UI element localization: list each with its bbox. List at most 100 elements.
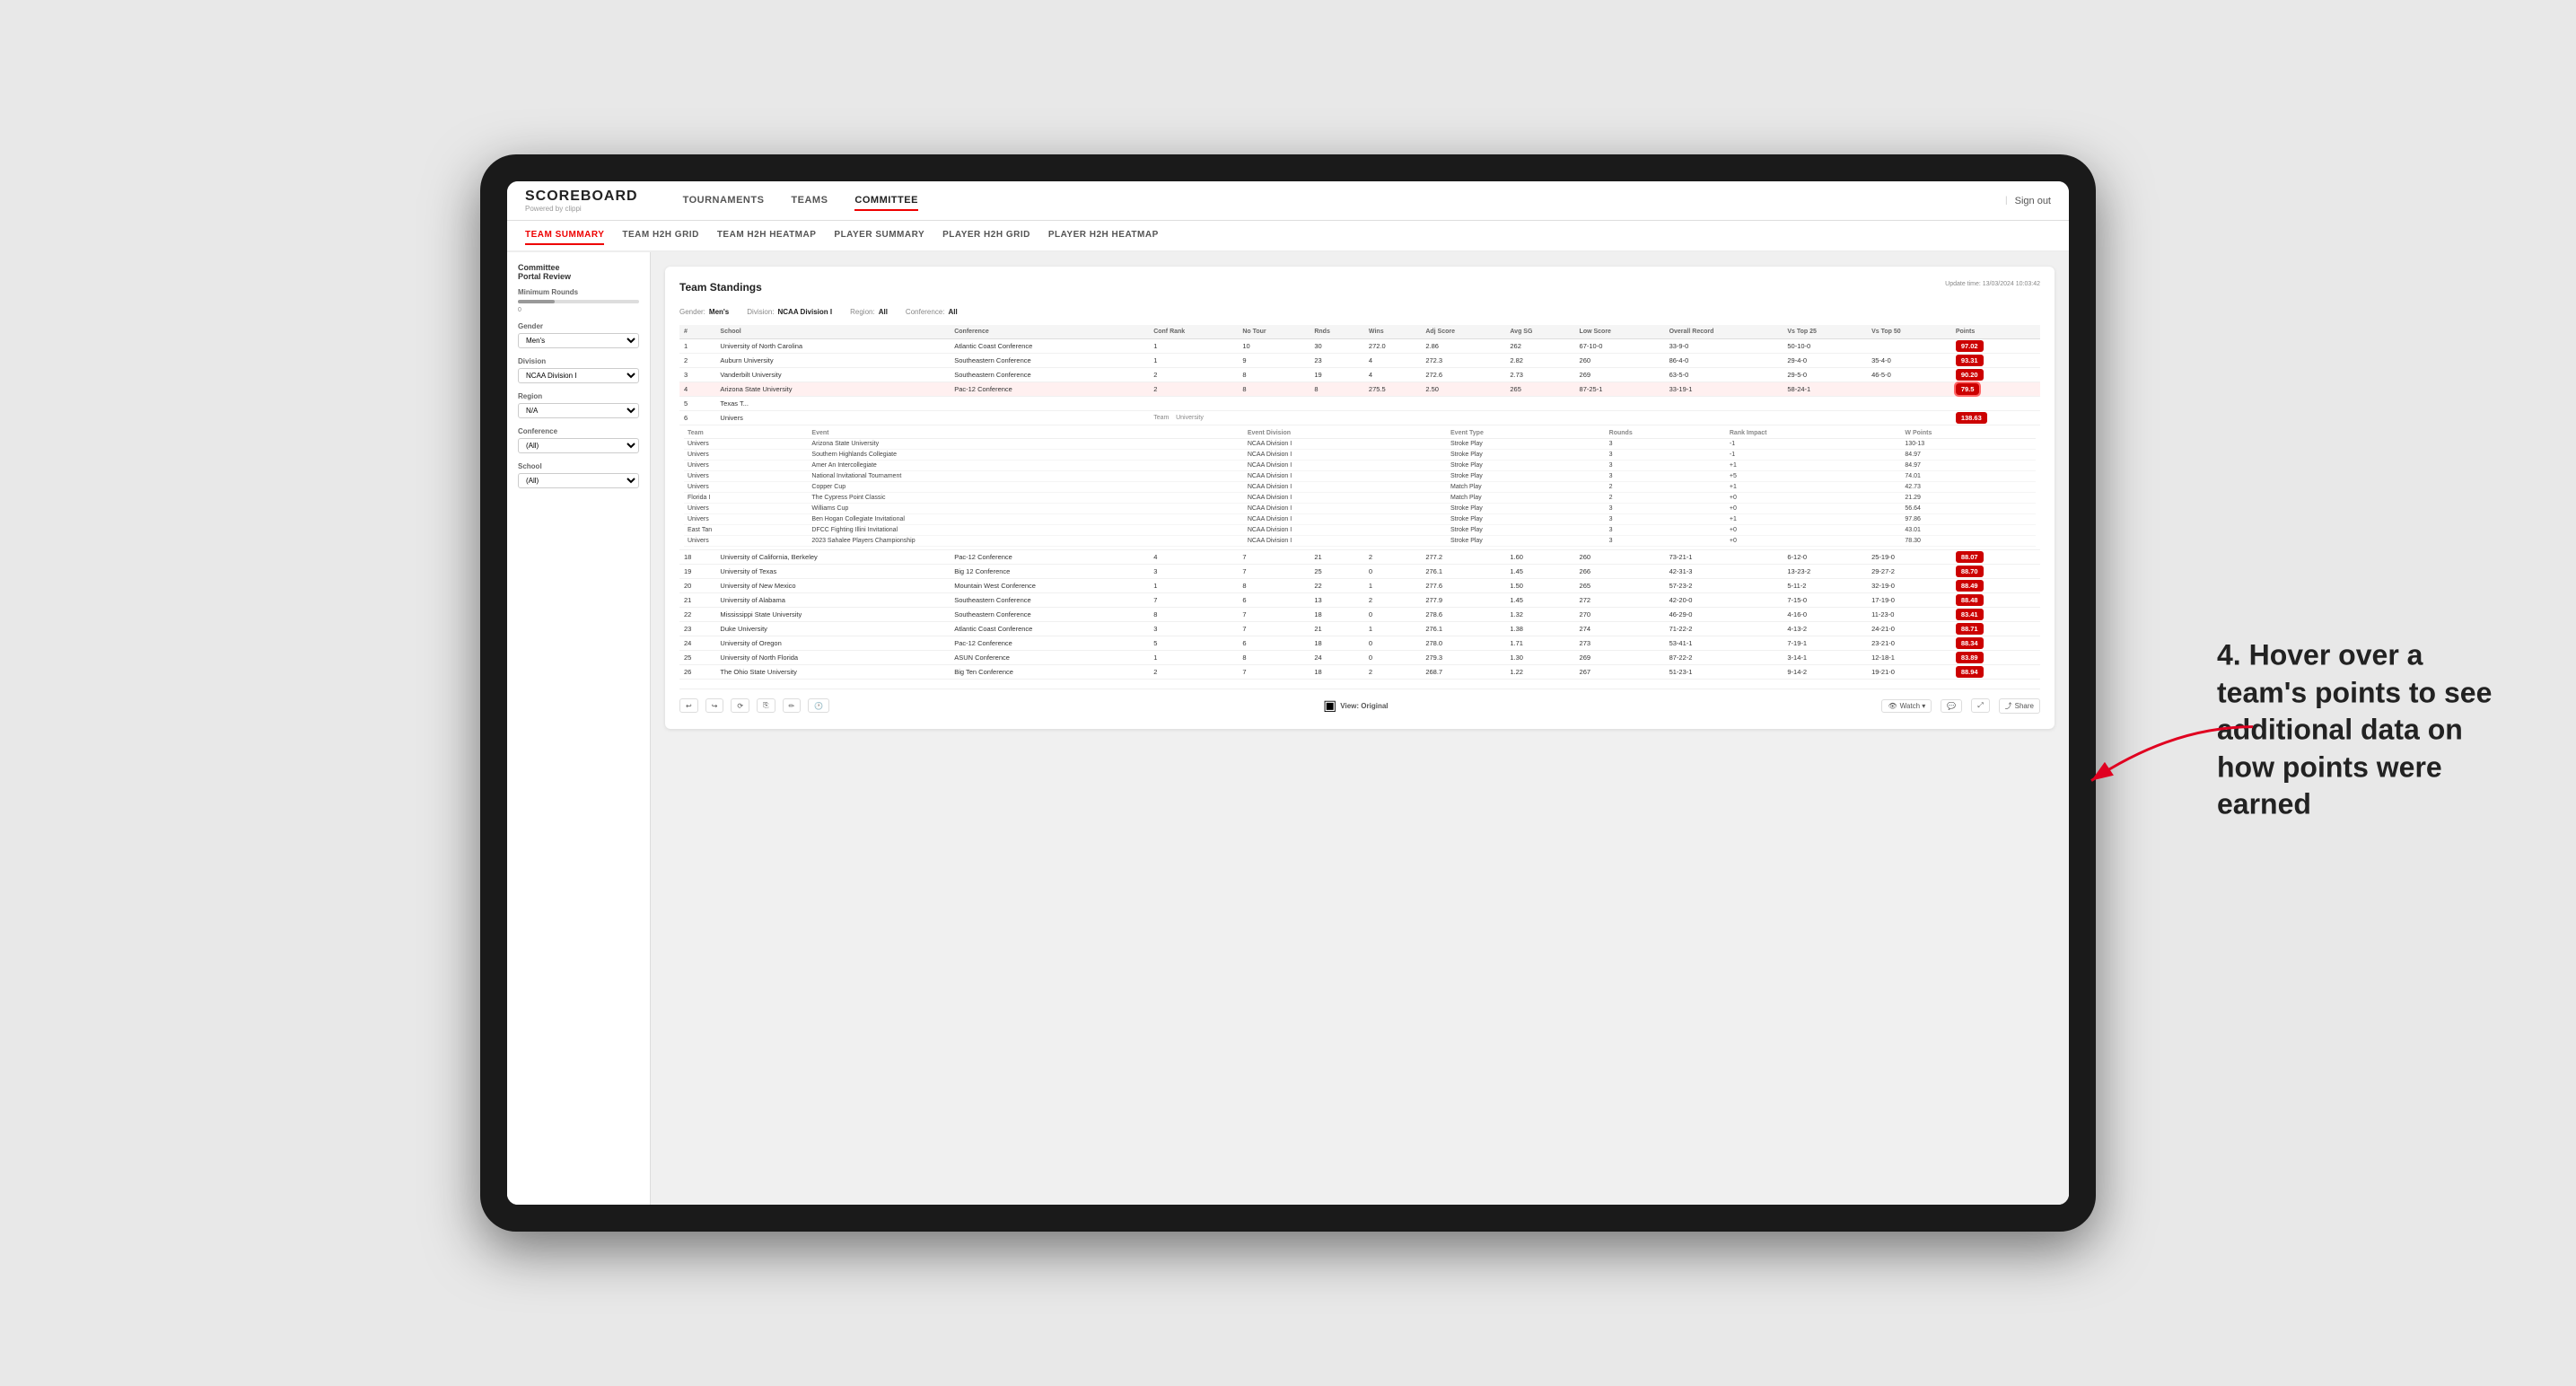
- adj-cell: 279.3: [1421, 651, 1505, 665]
- expand-button[interactable]: ⤢: [1971, 698, 1989, 713]
- draw-button[interactable]: ✏: [783, 698, 802, 713]
- col-rank: #: [679, 325, 715, 339]
- table-row[interactable]: 5 Texas T...: [679, 397, 2040, 411]
- rank-cell: 24: [679, 636, 715, 651]
- conf-cell: Southeastern Conference: [950, 593, 1149, 608]
- sub-nav-team-h2h-grid[interactable]: TEAM H2H GRID: [622, 226, 698, 245]
- min-rounds-slider[interactable]: [518, 300, 639, 303]
- sub-nav-player-summary[interactable]: PLAYER SUMMARY: [834, 226, 924, 245]
- conf-cell: [950, 411, 1149, 425]
- sub-nav-player-h2h-grid[interactable]: PLAYER H2H GRID: [942, 226, 1030, 245]
- vs25-cell: 58-24-1: [1783, 382, 1867, 397]
- conf-rank-cell: 3: [1149, 565, 1238, 579]
- nav-committee[interactable]: COMMITTEE: [854, 191, 918, 211]
- points-cell[interactable]: 88.49: [1951, 579, 2040, 593]
- event-team: Univers: [684, 514, 808, 525]
- points-cell[interactable]: 93.31: [1951, 354, 2040, 368]
- conference-select[interactable]: (All): [518, 438, 639, 453]
- overall-cell: 33-19-1: [1665, 382, 1783, 397]
- points-cell[interactable]: 83.89: [1951, 651, 2040, 665]
- table-row[interactable]: 23 Duke University Atlantic Coast Confer…: [679, 622, 2040, 636]
- event-row: Univers Amer An Intercollegiate NCAA Div…: [684, 461, 2036, 471]
- conf-cell: Southeastern Conference: [950, 608, 1149, 622]
- tour-cell: 7: [1238, 608, 1310, 622]
- sub-nav-player-h2h-heatmap[interactable]: PLAYER H2H HEATMAP: [1048, 226, 1159, 245]
- event-points: 74.01: [1901, 471, 2036, 482]
- event-type: Stroke Play: [1447, 525, 1606, 536]
- vs50-cell: 25-19-0: [1867, 550, 1951, 565]
- conf-rank-cell: 2: [1149, 665, 1238, 680]
- sign-out-link[interactable]: Sign out: [2015, 196, 2051, 206]
- overall-cell: 71-22-2: [1665, 622, 1783, 636]
- redo-button[interactable]: ↪: [705, 698, 724, 713]
- watch-button[interactable]: 👁 Watch ▾: [1881, 699, 1932, 713]
- share-button[interactable]: ⤴ Share: [1999, 698, 2040, 714]
- school-label: School: [518, 462, 639, 470]
- event-div: NCAA Division I: [1244, 514, 1447, 525]
- vs25-cell: 4-13-2: [1783, 622, 1867, 636]
- points-cell[interactable]: 97.02: [1951, 339, 2040, 354]
- points-cell[interactable]: 138.63: [1951, 411, 2040, 425]
- vs50-cell: 46-5-0: [1867, 368, 1951, 382]
- table-row[interactable]: 19 University of Texas Big 12 Conference…: [679, 565, 2040, 579]
- vs25-cell: 13-23-2: [1783, 565, 1867, 579]
- low-cell: 266: [1575, 565, 1665, 579]
- table-row[interactable]: 22 Mississippi State University Southeas…: [679, 608, 2040, 622]
- points-cell[interactable]: 88.07: [1951, 550, 2040, 565]
- col-conference: Conference: [950, 325, 1149, 339]
- table-row[interactable]: 4 Arizona State University Pac-12 Confer…: [679, 382, 2040, 397]
- reset-button[interactable]: ⟳: [731, 698, 749, 713]
- points-cell[interactable]: 88.34: [1951, 636, 2040, 651]
- points-cell[interactable]: 88.94: [1951, 665, 2040, 680]
- table-row[interactable]: 24 University of Oregon Pac-12 Conferenc…: [679, 636, 2040, 651]
- points-cell[interactable]: 88.70: [1951, 565, 2040, 579]
- comment-button[interactable]: 💬: [1941, 699, 1962, 713]
- copy-button[interactable]: ⎘: [757, 698, 775, 713]
- vs50-cell: [1867, 339, 1951, 354]
- tour-cell: 6: [1238, 636, 1310, 651]
- table-row[interactable]: 25 University of North Florida ASUN Conf…: [679, 651, 2040, 665]
- points-cell[interactable]: 90.20: [1951, 368, 2040, 382]
- school-cell: Arizona State University: [715, 382, 950, 397]
- sub-nav-team-summary[interactable]: TEAM SUMMARY: [525, 226, 604, 245]
- nav-tournaments[interactable]: TOURNAMENTS: [683, 191, 765, 211]
- event-div: NCAA Division I: [1244, 450, 1447, 461]
- table-row[interactable]: 1 University of North Carolina Atlantic …: [679, 339, 2040, 354]
- undo-button[interactable]: ↩: [679, 698, 698, 713]
- points-value: 88.94: [1956, 666, 1984, 678]
- points-cell[interactable]: 83.41: [1951, 608, 2040, 622]
- event-rank: +0: [1726, 493, 1902, 504]
- table-row[interactable]: 18 University of California, Berkeley Pa…: [679, 550, 2040, 565]
- event-type: Stroke Play: [1447, 504, 1606, 514]
- table-row[interactable]: 2 Auburn University Southeastern Confere…: [679, 354, 2040, 368]
- points-cell[interactable]: 88.48: [1951, 593, 2040, 608]
- side-panel: CommitteePortal Review Minimum Rounds 0 …: [507, 252, 651, 1205]
- event-rank: -1: [1726, 450, 1902, 461]
- table-row[interactable]: 20 University of New Mexico Mountain Wes…: [679, 579, 2040, 593]
- low-cell: 273: [1575, 636, 1665, 651]
- rnds-cell: 18: [1310, 608, 1364, 622]
- nav-teams[interactable]: TEAMS: [791, 191, 828, 211]
- sub-nav-team-h2h-heatmap[interactable]: TEAM H2H HEATMAP: [717, 226, 817, 245]
- points-cell[interactable]: [1951, 397, 2040, 411]
- gender-select[interactable]: Men's Women's: [518, 333, 639, 348]
- table-row[interactable]: 3 Vanderbilt University Southeastern Con…: [679, 368, 2040, 382]
- table-row[interactable]: 26 The Ohio State University Big Ten Con…: [679, 665, 2040, 680]
- region-select[interactable]: N/A: [518, 403, 639, 418]
- share-icon: ⤴: [2005, 701, 2012, 711]
- event-type: Stroke Play: [1447, 450, 1606, 461]
- points-cell[interactable]: 79.5: [1951, 382, 2040, 397]
- event-rank: +0: [1726, 525, 1902, 536]
- conf-rank-cell: 3: [1149, 622, 1238, 636]
- points-value: 88.07: [1956, 551, 1984, 563]
- time-button[interactable]: 🕐: [808, 698, 829, 713]
- table-row[interactable]: 21 University of Alabama Southeastern Co…: [679, 593, 2040, 608]
- points-cell[interactable]: 88.71: [1951, 622, 2040, 636]
- logo-sub: Powered by clippi: [525, 205, 638, 213]
- division-select[interactable]: NCAA Division I: [518, 368, 639, 383]
- school-select[interactable]: (All): [518, 473, 639, 488]
- filter-row: Gender: Men's Division: NCAA Division I …: [679, 308, 2040, 316]
- vs25-cell: 7-19-1: [1783, 636, 1867, 651]
- table-row[interactable]: 6 Univers Team University 138.63: [679, 411, 2040, 425]
- school-cell: Mississippi State University: [715, 608, 950, 622]
